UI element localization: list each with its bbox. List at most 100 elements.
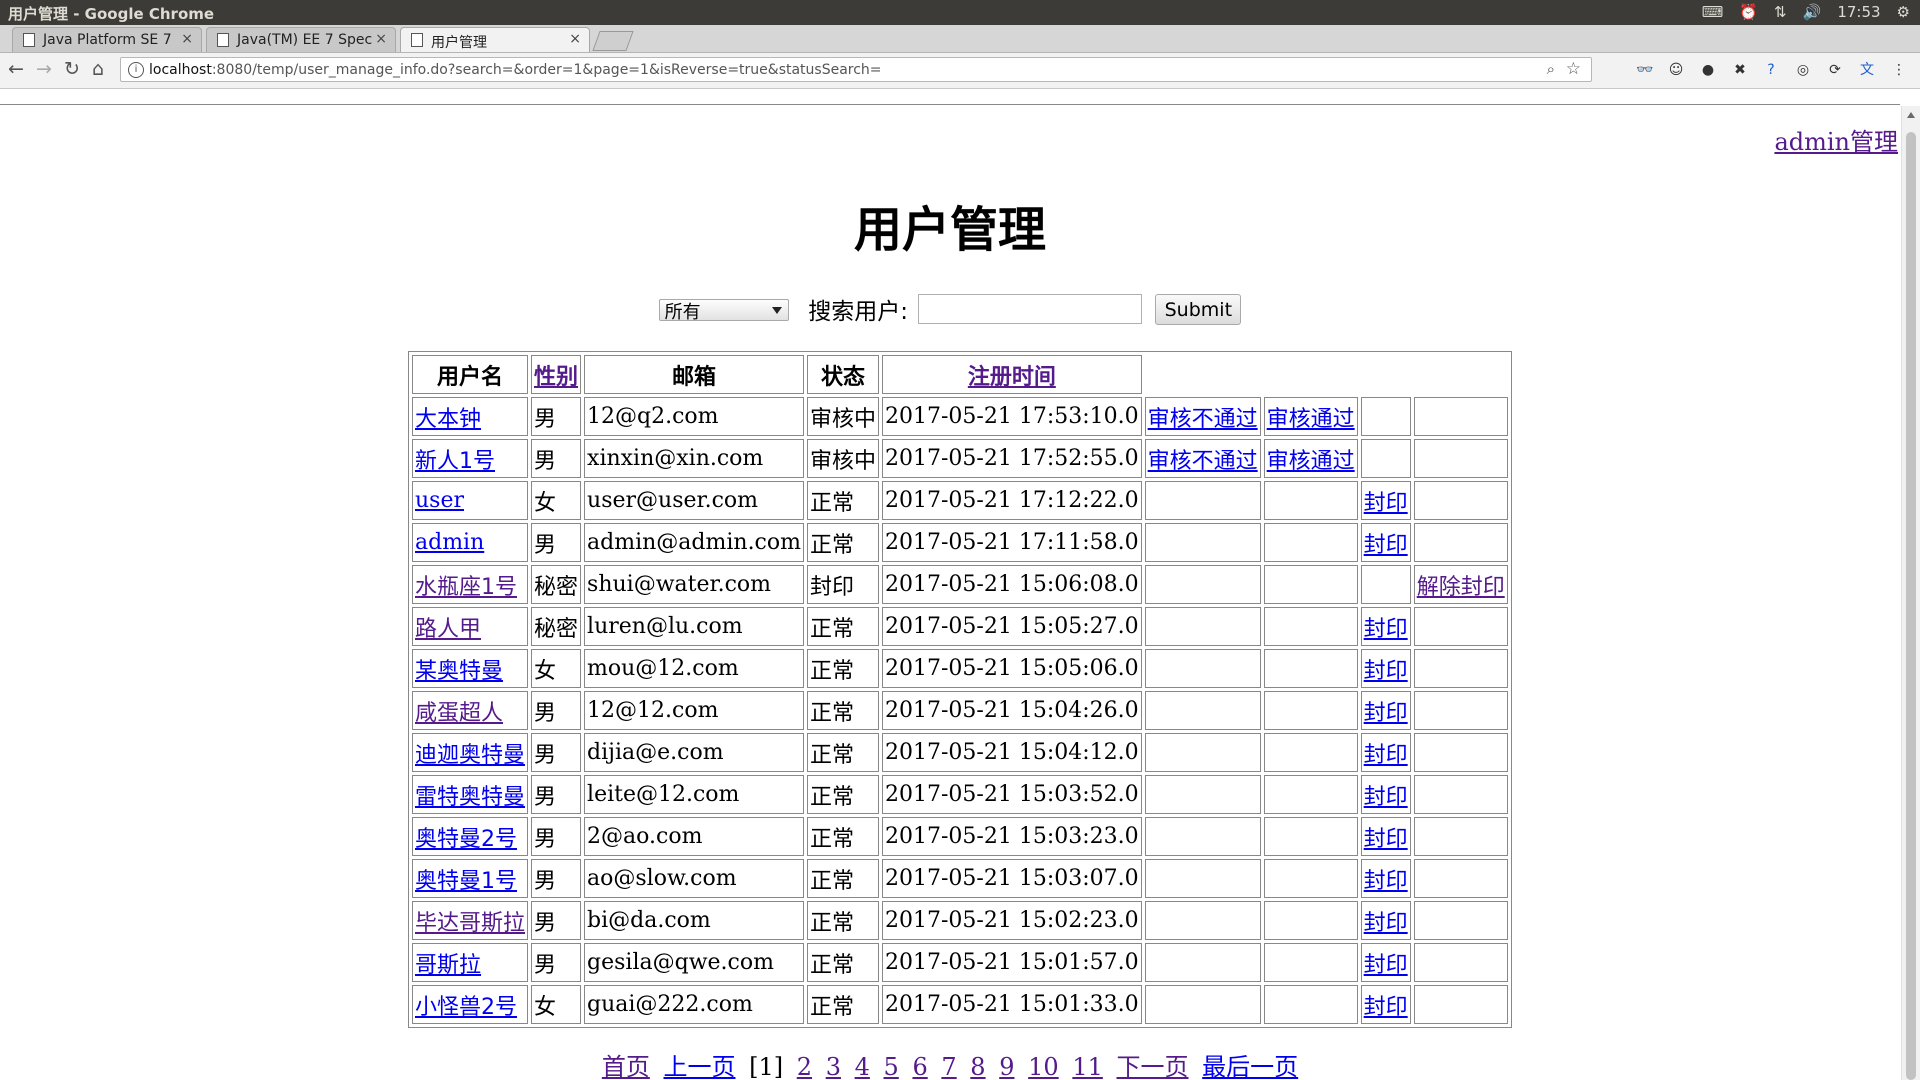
ban-user-link[interactable]: 封印 [1364, 953, 1408, 978]
ban-user-link[interactable]: 封印 [1364, 869, 1408, 894]
sort-gender-link[interactable]: 性别 [534, 365, 578, 390]
incognito-extension-icon[interactable]: 👓 [1636, 61, 1654, 79]
clock[interactable]: 17:53 [1837, 3, 1880, 21]
x-extension-icon[interactable]: ✖ [1731, 61, 1749, 79]
pager-page-link[interactable]: 2 [797, 1053, 812, 1080]
unban-user-link[interactable]: 解除封印 [1417, 575, 1505, 600]
username-link[interactable]: 咸蛋超人 [415, 701, 503, 726]
username-link[interactable]: 某奥特曼 [415, 659, 503, 684]
tab-java-platform[interactable]: Java Platform SE 7 × [12, 27, 202, 52]
pager-next-link[interactable]: 下一页 [1117, 1053, 1189, 1080]
sync-extension-icon[interactable]: ⟳ [1826, 61, 1844, 79]
username-link[interactable]: 奥特曼2号 [415, 827, 517, 852]
close-icon[interactable]: × [569, 31, 581, 47]
pager-first-link[interactable]: 首页 [602, 1053, 650, 1080]
ban-user-link[interactable]: 封印 [1364, 785, 1408, 810]
username-link[interactable]: 奥特曼1号 [415, 869, 517, 894]
forward-arrow-icon[interactable]: → [36, 58, 52, 80]
reject-review-link[interactable]: 审核不通过 [1148, 449, 1258, 474]
cell-register-time: 2017-05-21 15:03:23.0 [882, 817, 1142, 856]
search-user-input[interactable] [917, 294, 1142, 324]
ban-user-link[interactable]: 封印 [1364, 911, 1408, 936]
scrollbar-thumb[interactable] [1906, 132, 1916, 1080]
cell-unban [1413, 733, 1508, 772]
pager-page-link[interactable]: 7 [941, 1053, 956, 1080]
username-link[interactable]: 雷特奥特曼 [415, 785, 525, 810]
keyboard-icon[interactable]: ⌨ [1702, 3, 1724, 21]
cell-email: 2@ao.com [584, 817, 804, 856]
gender-value: 男 [534, 910, 557, 936]
username-link[interactable]: 毕达哥斯拉 [415, 911, 525, 936]
username-link[interactable]: 小怪兽2号 [415, 995, 517, 1020]
ban-user-link[interactable]: 封印 [1364, 743, 1408, 768]
username-link[interactable]: 哥斯拉 [415, 953, 481, 978]
scroll-up-arrow-icon[interactable] [1907, 112, 1915, 118]
reject-review-link[interactable]: 审核不通过 [1148, 407, 1258, 432]
globe-extension-icon[interactable]: ◎ [1794, 61, 1812, 79]
username-link[interactable]: 迪迦奥特曼 [415, 743, 525, 768]
username-link[interactable]: 大本钟 [415, 407, 481, 432]
cookie-extension-icon[interactable]: ● [1699, 61, 1717, 79]
username-link[interactable]: 路人甲 [415, 617, 481, 642]
username-link[interactable]: admin [415, 530, 484, 555]
home-icon[interactable]: ⌂ [92, 58, 104, 80]
ban-user-link[interactable]: 封印 [1364, 491, 1408, 516]
extension-face-icon[interactable]: ☺ [1667, 61, 1685, 79]
cell-ban: 封印 [1360, 733, 1411, 772]
sort-time-link[interactable]: 注册时间 [968, 365, 1056, 390]
ban-user-link[interactable]: 封印 [1364, 995, 1408, 1020]
translate-extension-icon[interactable]: 文 [1858, 61, 1876, 79]
reload-icon[interactable]: ↻ [64, 58, 80, 80]
pager-last-link[interactable]: 最后一页 [1202, 1053, 1298, 1080]
address-bar[interactable]: i localhost:8080/temp/user_manage_info.d… [120, 57, 1592, 82]
username-link[interactable]: 新人1号 [415, 449, 495, 474]
admin-manage-link[interactable]: admin管理 [1774, 122, 1898, 157]
cell-username: 路人甲 [412, 607, 529, 646]
zoom-icon[interactable]: ⌕ [1547, 60, 1555, 78]
pager-page-link[interactable]: 8 [970, 1053, 985, 1080]
back-arrow-icon[interactable]: ← [8, 58, 24, 80]
header-register-time: 注册时间 [882, 355, 1142, 394]
table-row: admin 男 admin@admin.com 正常 2017-05-21 17:11:… [412, 523, 1508, 562]
pager-page-link[interactable]: 6 [912, 1053, 927, 1080]
cell-unban [1413, 607, 1508, 646]
approve-review-link[interactable]: 审核通过 [1267, 407, 1355, 432]
menu-dots-icon[interactable]: ⋮ [1890, 61, 1908, 79]
network-icon[interactable]: ⇅ [1774, 3, 1787, 21]
username-link[interactable]: user [415, 488, 464, 513]
tab-java-ee[interactable]: Java(TM) EE 7 Spec × [206, 27, 396, 52]
pager-page-link[interactable]: 9 [999, 1053, 1014, 1080]
pager-page-link[interactable]: 10 [1028, 1053, 1059, 1080]
ban-user-link[interactable]: 封印 [1364, 827, 1408, 852]
cell-register-time: 2017-05-21 15:03:52.0 [882, 775, 1142, 814]
ban-user-link[interactable]: 封印 [1364, 617, 1408, 642]
settings-gear-icon[interactable]: ⚙ [1897, 3, 1910, 21]
page-scrollbar[interactable] [1901, 106, 1920, 1080]
ban-user-link[interactable]: 封印 [1364, 533, 1408, 558]
cell-status: 封印 [806, 565, 879, 604]
new-tab-button[interactable] [592, 31, 634, 51]
cell-ban: 封印 [1360, 607, 1411, 646]
tab-user-manage[interactable]: 用户管理 × [400, 27, 590, 52]
ban-user-link[interactable]: 封印 [1364, 701, 1408, 726]
pager-page-link[interactable]: 11 [1072, 1053, 1103, 1080]
cell-reject: 审核不通过 [1144, 397, 1261, 436]
alarm-clock-icon[interactable]: ⏰ [1739, 3, 1758, 21]
site-info-icon[interactable]: i [128, 62, 144, 78]
status-filter-select[interactable]: 所有 [658, 299, 789, 321]
volume-icon[interactable]: 🔊 [1803, 3, 1822, 21]
cell-approve: 审核通过 [1263, 439, 1358, 478]
table-row: 水瓶座1号 秘密 shui@water.com 封印 2017-05-21 15:06:… [412, 565, 1508, 604]
close-icon[interactable]: × [181, 31, 193, 47]
pager-page-link[interactable]: 3 [826, 1053, 841, 1080]
pager-page-link[interactable]: 5 [884, 1053, 899, 1080]
pager-page-link[interactable]: 4 [855, 1053, 870, 1080]
pager-prev-link[interactable]: 上一页 [663, 1053, 735, 1080]
approve-review-link[interactable]: 审核通过 [1267, 449, 1355, 474]
submit-button[interactable]: Submit [1155, 293, 1242, 325]
ban-user-link[interactable]: 封印 [1364, 659, 1408, 684]
help-extension-icon[interactable]: ? [1762, 61, 1780, 79]
username-link[interactable]: 水瓶座1号 [415, 575, 517, 600]
close-icon[interactable]: × [375, 31, 387, 47]
bookmark-star-icon[interactable]: ☆ [1566, 59, 1581, 79]
